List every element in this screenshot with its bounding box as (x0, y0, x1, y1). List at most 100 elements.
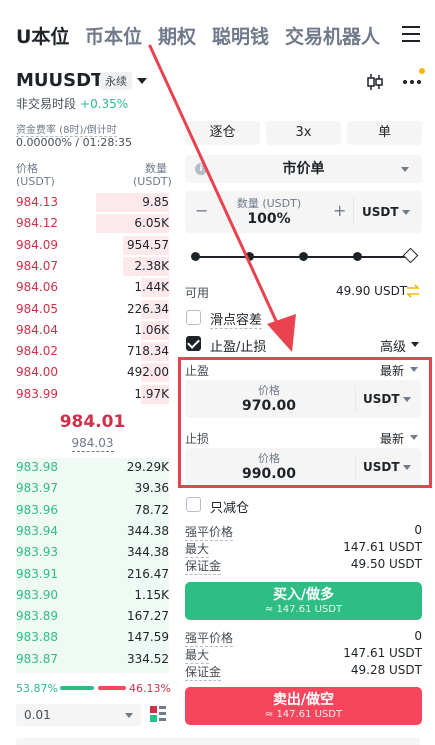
available-value: 49.90 USDT (336, 284, 408, 298)
ask-quantity: 718.34 (127, 344, 169, 359)
slippage-label[interactable]: 滑点容差 (210, 309, 263, 329)
long-liq-price-label[interactable]: 强平价格 (185, 523, 234, 541)
available-label: 可用 (185, 286, 210, 300)
quantity-unit-select[interactable]: USDT (362, 205, 399, 219)
tab-smart-money[interactable]: 聪明钱 (212, 22, 269, 49)
bid-quantity: 344.38 (127, 545, 169, 560)
ask-price: 984.09 (16, 237, 58, 252)
bid-row[interactable]: 983.98 29.29K (16, 457, 169, 478)
ask-row[interactable]: 984.00 492.00 (16, 362, 169, 383)
long-max-label[interactable]: 最大 (185, 540, 210, 558)
more-options-icon[interactable] (403, 80, 421, 84)
bid-row[interactable]: 983.88 147.59 (16, 627, 169, 648)
slider-stop-75[interactable] (353, 252, 362, 261)
bottom-panel-edge (16, 738, 420, 745)
ask-quantity: 6.05K (134, 216, 169, 231)
long-margin-label[interactable]: 保证金 (185, 557, 222, 575)
ask-row[interactable]: 983.99 1.97K (16, 384, 169, 405)
symbol-title[interactable]: MUUSDT (16, 70, 103, 91)
menu-icon[interactable] (402, 26, 420, 42)
tab-trading-bots[interactable]: 交易机器人 (285, 22, 380, 49)
bid-row[interactable]: 983.89 167.27 (16, 606, 169, 627)
ask-price: 984.00 (16, 365, 58, 380)
ask-price: 984.04 (16, 322, 58, 337)
tab-options[interactable]: 期权 (158, 22, 196, 49)
tpsl-checkbox[interactable] (186, 336, 201, 351)
bid-price: 983.93 (16, 545, 58, 560)
bid-row[interactable]: 983.91 216.47 (16, 564, 169, 585)
bid-row[interactable]: 983.87 334.52 (16, 649, 169, 670)
ask-price: 984.07 (16, 258, 58, 273)
ask-quantity: 1.97K (134, 386, 169, 401)
bid-row[interactable]: 983.97 39.36 (16, 478, 169, 499)
chevron-down-icon (411, 342, 419, 347)
leverage-button[interactable]: 3x (266, 121, 341, 145)
long-margin-value: 49.50 USDT (350, 557, 422, 571)
qty-column-header[interactable]: 数量 (145, 160, 167, 176)
buy-long-button[interactable]: 买入/做多 ≈ 147.61 USDT (185, 582, 422, 620)
slider-stop-25[interactable] (245, 252, 254, 261)
bid-quantity: 167.27 (127, 609, 169, 624)
short-margin-label[interactable]: 保证金 (185, 663, 222, 681)
bid-price: 983.88 (16, 630, 58, 645)
short-margin-value: 49.28 USDT (350, 663, 422, 677)
bid-row[interactable]: 983.93 344.38 (16, 542, 169, 563)
quantity-value: 100% (247, 211, 291, 227)
tpsl-label[interactable]: 止盈/止损 (210, 336, 266, 355)
ask-row[interactable]: 984.04 1.06K (16, 320, 169, 341)
ask-row[interactable]: 984.06 1.44K (16, 277, 169, 298)
slider-stop-0[interactable] (191, 252, 200, 261)
increase-quantity-button[interactable]: + (333, 201, 346, 220)
tab-coin-m[interactable]: 币本位 (85, 22, 142, 49)
bid-price: 983.90 (16, 587, 58, 602)
ask-quantity: 226.34 (127, 301, 169, 316)
ask-row[interactable]: 984.13 9.85 (16, 192, 169, 213)
bid-row[interactable]: 983.94 344.38 (16, 521, 169, 542)
last-price[interactable]: 984.01 (16, 412, 169, 432)
short-liq-price-value: 0 (414, 629, 422, 643)
ask-row[interactable]: 984.05 226.34 (16, 299, 169, 320)
info-icon[interactable]: i (195, 163, 207, 175)
bid-quantity: 147.59 (127, 630, 169, 645)
slider-stop-50[interactable] (299, 252, 308, 261)
tab-usdt-m[interactable]: U本位 (16, 22, 69, 49)
session-label: 非交易时段 (16, 97, 77, 111)
slider-thumb[interactable] (402, 247, 419, 264)
reduce-only-label[interactable]: 只减仓 (210, 497, 249, 516)
bid-quantity: 344.38 (127, 523, 169, 538)
sell-short-button[interactable]: 卖出/做空 ≈ 147.61 USDT (185, 687, 422, 725)
ask-row[interactable]: 984.07 2.38K (16, 256, 169, 277)
short-liq-price-label[interactable]: 强平价格 (185, 629, 234, 647)
notification-dot (419, 68, 425, 74)
ask-row[interactable]: 984.09 954.57 (16, 235, 169, 256)
top-tabs: U本位 币本位 期权 聪明钱 交易机器人 (0, 0, 435, 68)
ask-row[interactable]: 984.12 6.05K (16, 213, 169, 234)
funding-rate-label[interactable]: 资金费率 (8时)/倒计时 (16, 121, 117, 137)
divider (353, 197, 354, 225)
bid-row[interactable]: 983.90 1.15K (16, 585, 169, 606)
advanced-dropdown[interactable]: 高级 (380, 336, 406, 355)
reduce-only-checkbox[interactable] (186, 497, 201, 512)
long-max-value: 147.61 USDT (343, 540, 422, 554)
ask-price: 984.13 (16, 195, 58, 209)
sell-ratio: 46.13% (129, 682, 171, 695)
position-mode-button[interactable]: 单 (347, 121, 422, 145)
short-max-label[interactable]: 最大 (185, 646, 210, 664)
candlestick-chart-icon[interactable] (366, 73, 384, 91)
transfer-icon[interactable] (406, 284, 420, 298)
price-precision-select[interactable]: 0.01 (16, 704, 141, 726)
margin-mode-button[interactable]: 逐仓 (185, 121, 260, 145)
session-status: 非交易时段 +0.35% (16, 95, 128, 112)
buy-ratio: 53.87% (16, 682, 58, 695)
buy-sell-ratio-bar (60, 686, 126, 690)
chevron-down-icon[interactable] (137, 78, 147, 84)
order-type-select[interactable]: 市价单 (185, 155, 422, 183)
tpsl-highlight-box (178, 357, 432, 488)
bid-row[interactable]: 983.96 78.72 (16, 500, 169, 521)
ask-row[interactable]: 984.02 718.34 (16, 341, 169, 362)
book-layout-icon[interactable] (149, 705, 167, 723)
ask-quantity: 1.06K (134, 322, 169, 337)
slippage-checkbox[interactable] (186, 310, 201, 325)
ask-price: 984.05 (16, 301, 58, 316)
short-max-value: 147.61 USDT (343, 646, 422, 660)
